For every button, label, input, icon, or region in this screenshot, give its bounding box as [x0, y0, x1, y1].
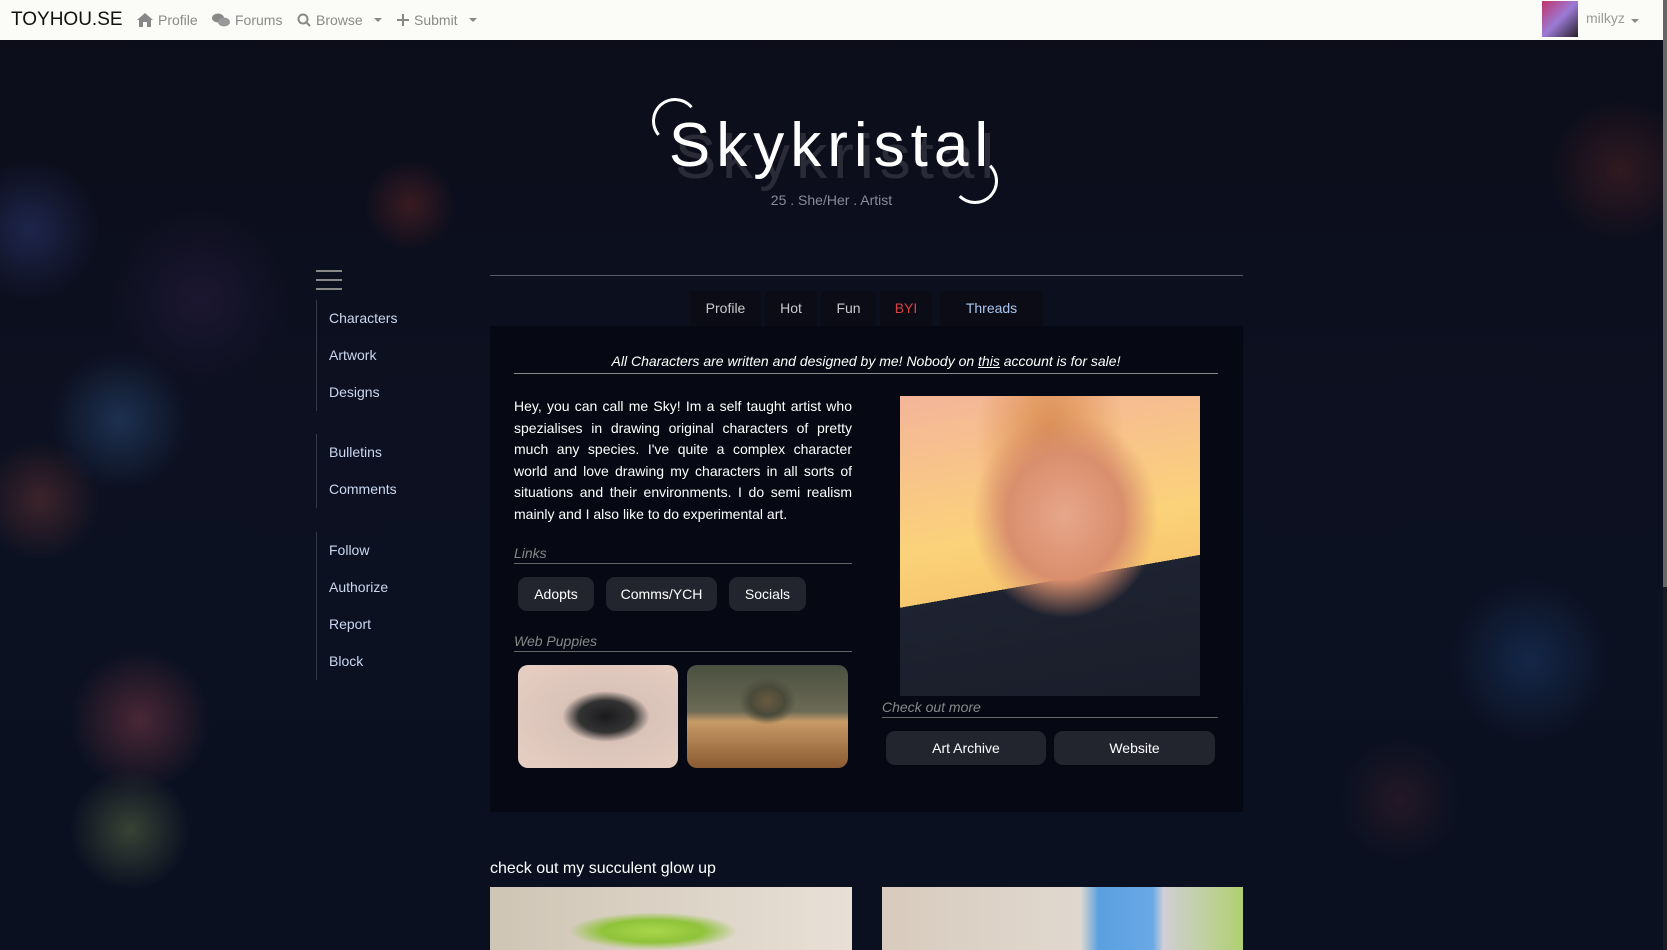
- tagline-text: account is for sale!: [999, 353, 1121, 369]
- sidebar-group: Characters Artwork Designs: [316, 300, 397, 411]
- top-navbar: TOYHOU.SE Profile Forums Browse Submit m…: [0, 0, 1663, 40]
- caret-down-icon: [468, 18, 477, 22]
- sidebar-item-authorize[interactable]: Authorize: [317, 569, 388, 606]
- sidebar-item-follow[interactable]: Follow: [317, 532, 388, 569]
- tagline-link[interactable]: this: [978, 353, 1000, 369]
- brand-logo[interactable]: TOYHOU.SE: [11, 9, 123, 31]
- nav-browse-label: Browse: [316, 12, 363, 28]
- nav-submit[interactable]: Submit: [397, 12, 477, 28]
- scrollbar-thumb[interactable]: [1663, 0, 1667, 587]
- sidebar-item-artwork[interactable]: Artwork: [317, 337, 397, 374]
- sidebar-item-block[interactable]: Block: [317, 643, 388, 680]
- links-label: Links: [514, 545, 852, 564]
- art-archive-button[interactable]: Art Archive: [886, 731, 1046, 765]
- tagline: All Characters are written and designed …: [514, 353, 1218, 374]
- page-title: Skykristal: [668, 111, 995, 180]
- search-icon: [297, 13, 311, 27]
- plus-icon: [397, 14, 409, 26]
- bio-text: Hey, you can call me Sky! Im a self taug…: [514, 398, 852, 522]
- tab-fun[interactable]: Fun: [821, 291, 876, 326]
- nav-forums[interactable]: Forums: [212, 12, 282, 28]
- spider-photo[interactable]: [518, 665, 678, 768]
- sidebar-item-characters[interactable]: Characters: [317, 300, 397, 337]
- caret-down-icon: [1630, 19, 1639, 23]
- nav-forums-label: Forums: [235, 12, 283, 28]
- caret-down-icon: [373, 18, 382, 22]
- sidebar-item-comments[interactable]: Comments: [317, 471, 397, 508]
- nav-submit-label: Submit: [414, 12, 458, 28]
- section-heading: check out my succulent glow up: [490, 860, 716, 877]
- sidebar-item-designs[interactable]: Designs: [317, 374, 397, 411]
- tab-hot[interactable]: Hot: [765, 291, 817, 326]
- divider: [490, 275, 1243, 276]
- username: milkyz: [1586, 10, 1625, 26]
- adopts-button[interactable]: Adopts: [518, 577, 594, 611]
- succulent-photo[interactable]: [490, 887, 852, 950]
- tab-threads[interactable]: Threads: [940, 291, 1043, 326]
- avatar[interactable]: [1542, 1, 1578, 37]
- web-puppies-label: Web Puppies: [514, 633, 852, 652]
- home-icon: [137, 13, 153, 27]
- nav-profile[interactable]: Profile: [137, 12, 198, 28]
- sidebar-item-bulletins[interactable]: Bulletins: [317, 434, 397, 471]
- comms-ych-button[interactable]: Comms/YCH: [606, 577, 717, 611]
- check-out-more-label: Check out more: [882, 699, 1218, 718]
- nav-browse[interactable]: Browse: [297, 12, 382, 28]
- spider-photo[interactable]: [687, 665, 848, 768]
- comments-icon: [212, 13, 230, 27]
- sidebar-group: Follow Authorize Report Block: [316, 532, 388, 680]
- tab-profile[interactable]: Profile: [690, 291, 761, 326]
- website-button[interactable]: Website: [1054, 731, 1215, 765]
- tab-byi[interactable]: BYI: [880, 291, 932, 326]
- socials-button[interactable]: Socials: [729, 577, 806, 611]
- nav-profile-label: Profile: [158, 12, 198, 28]
- sidebar-group: Bulletins Comments: [316, 434, 397, 508]
- succulent-photo[interactable]: [882, 887, 1243, 950]
- hamburger-menu-icon[interactable]: [316, 270, 342, 297]
- sidebar-item-report[interactable]: Report: [317, 606, 388, 643]
- character-portrait-image[interactable]: [900, 396, 1200, 696]
- tagline-text: All Characters are written and designed …: [611, 353, 979, 369]
- user-menu[interactable]: milkyz: [1586, 10, 1639, 26]
- page-subtitle: 25 . She/Her . Artist: [770, 192, 893, 208]
